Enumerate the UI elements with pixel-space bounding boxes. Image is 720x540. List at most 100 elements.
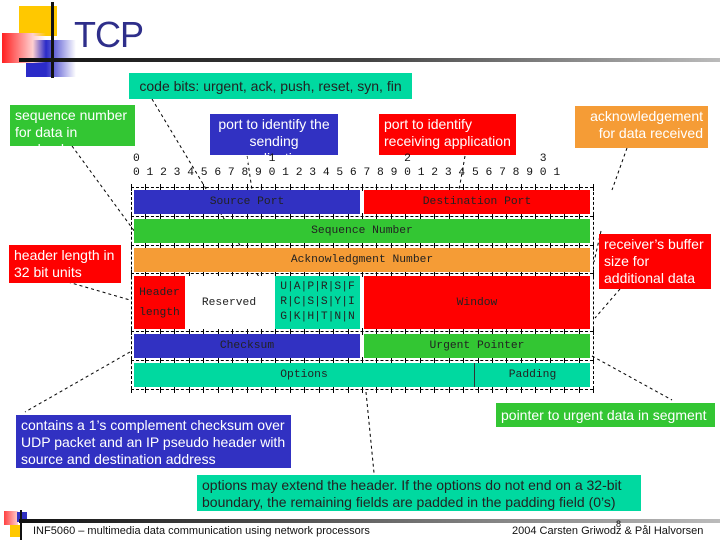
row-border-tick xyxy=(246,386,248,393)
callout-window-line-3: additional data xyxy=(604,270,696,286)
row-border-tick xyxy=(564,386,566,393)
callout-urgent-pointer: pointer to urgent data in segment xyxy=(496,403,715,427)
callout-acknowledgement-line-1: acknowledgement xyxy=(590,108,703,124)
row-border-tick xyxy=(347,386,349,393)
row-border-tick xyxy=(275,386,277,393)
callout-sequence-number: sequence number for data in payload xyxy=(10,105,135,157)
leader-checksum xyxy=(24,351,131,413)
row-border-tick xyxy=(145,386,147,393)
callout-header-length-line-1: header length in xyxy=(14,247,115,263)
footer-course: INF5060 – multimedia data communication … xyxy=(33,525,370,537)
flags-row-2: R|C|S|S|Y|I xyxy=(280,296,355,308)
field-options-label: Options xyxy=(280,369,328,381)
row-border-tick xyxy=(174,386,176,393)
callout-window: receiver’s buffer size for additional da… xyxy=(599,234,711,289)
leader-options xyxy=(365,391,376,484)
flags-row-1: U|A|P|R|S|F xyxy=(280,281,355,293)
field-padding: Padding xyxy=(474,363,590,387)
field-reserved: Reserved xyxy=(188,276,270,329)
callout-checksum-line-3: source and destination address xyxy=(21,451,216,467)
footer-credit: 2004 Carsten Griwodz & Pål Halvorsen xyxy=(512,525,704,537)
row-border-tick xyxy=(578,386,580,393)
row-border-tick xyxy=(159,386,161,393)
field-header-length-label-2: length xyxy=(139,306,180,319)
callout-options: options may extend the header. If the op… xyxy=(197,475,641,511)
field-header-length-label-1: Header xyxy=(139,286,180,299)
footer-decoration-red xyxy=(4,511,18,525)
row-border-tick xyxy=(520,386,522,393)
footer-decoration-vertical-line xyxy=(20,510,22,540)
row-border-tick xyxy=(405,386,407,393)
field-source-port-label: Source Port xyxy=(209,196,285,208)
row-border-tick xyxy=(419,386,421,393)
row-border-tick xyxy=(535,386,537,393)
row-border-tick xyxy=(477,386,479,393)
field-destination-port: Destination Port xyxy=(364,190,590,214)
callout-destination-port-line-1: port to identify xyxy=(384,116,472,132)
callout-header-length-line-2: 32 bit units xyxy=(14,264,82,280)
callout-source-port: port to identify the sending application xyxy=(210,114,338,166)
callout-sequence-number-line-2: for data in payload xyxy=(15,124,78,157)
row-border-tick xyxy=(188,386,190,393)
field-acknowledgment-number: Acknowledgment Number xyxy=(134,248,590,272)
field-urgent-pointer: Urgent Pointer xyxy=(364,334,590,358)
callout-code-bits: code bits: urgent, ack, push, reset, syn… xyxy=(129,73,412,99)
row-border-tick xyxy=(232,386,234,393)
field-sequence-number: Sequence Number xyxy=(134,219,590,243)
leader-urgent-pointer xyxy=(591,355,673,401)
row-border-tick xyxy=(260,386,262,393)
field-urgent-pointer-label: Urgent Pointer xyxy=(429,340,525,352)
row-border-tick xyxy=(506,386,508,393)
row-border-tick xyxy=(289,386,291,393)
row-border-tick xyxy=(362,328,363,335)
row-border-tick xyxy=(362,386,363,393)
row-border-tick xyxy=(390,386,392,393)
field-reserved-label: Reserved xyxy=(201,296,257,309)
field-sequence-number-label: Sequence Number xyxy=(311,225,413,237)
row-border-tick xyxy=(333,386,335,393)
footer-page-number: 8 xyxy=(616,519,622,529)
row-border-tick xyxy=(463,386,465,393)
row-border-tick xyxy=(549,386,551,393)
flags-row-3: G|K|H|T|N|N xyxy=(280,311,355,323)
callout-source-port-line-1: port to identify the xyxy=(218,116,330,132)
field-checksum: Checksum xyxy=(134,334,360,358)
bit-ruler-units: 0 1 2 3 4 5 6 7 8 9 0 1 2 3 4 5 6 7 8 9 … xyxy=(133,167,561,179)
field-flags: U|A|P|R|S|F R|C|S|S|Y|I G|K|H|T|N|N xyxy=(275,276,360,329)
field-window: Window xyxy=(364,276,590,329)
row-border-tick xyxy=(304,386,306,393)
field-header-length: Header length xyxy=(134,276,185,329)
callout-checksum-line-2: UDP packet and an IP pseudo header with xyxy=(21,434,286,450)
row-border-tick xyxy=(448,386,450,393)
leader-window-bottom xyxy=(594,288,621,319)
callout-destination-port-line-2: receiving application xyxy=(384,133,511,149)
callout-options-line-1: options may extend the header. If the op… xyxy=(202,477,622,493)
row-border-tick xyxy=(318,386,320,393)
callout-checksum: contains a 1’s complement checksum over … xyxy=(16,415,291,468)
callout-options-line-2: boundary, the remaining fields are padde… xyxy=(202,494,616,510)
field-window-label: Window xyxy=(456,296,498,309)
field-checksum-label: Checksum xyxy=(219,340,275,352)
leader-acknowledgement xyxy=(611,147,628,191)
row-border-tick xyxy=(491,386,493,393)
field-source-port: Source Port xyxy=(134,190,360,214)
header-right-edge xyxy=(593,187,594,389)
leader-sequence-number xyxy=(71,145,136,233)
bit-ruler-tens: 0 1 2 3 xyxy=(133,153,547,165)
row-border-tick xyxy=(434,386,436,393)
field-destination-port-label: Destination Port xyxy=(422,196,532,208)
field-options: Options xyxy=(134,363,474,387)
callout-checksum-line-1: contains a 1’s complement checksum over xyxy=(21,417,285,433)
row-border-tick xyxy=(362,184,363,191)
callout-sequence-number-line-1: sequence number xyxy=(15,107,128,123)
leader-header-length xyxy=(67,281,131,301)
field-padding-label: Padding xyxy=(508,369,557,381)
callout-window-line-1: receiver’s buffer xyxy=(604,236,704,252)
footer-line xyxy=(19,519,720,523)
callout-window-line-2: size for xyxy=(604,253,650,269)
callout-acknowledgement-line-2: for data received xyxy=(598,125,703,141)
row-border-tick xyxy=(376,386,378,393)
row-border-tick xyxy=(217,386,219,393)
header-left-edge xyxy=(131,187,132,389)
row-border-tick xyxy=(203,386,205,393)
